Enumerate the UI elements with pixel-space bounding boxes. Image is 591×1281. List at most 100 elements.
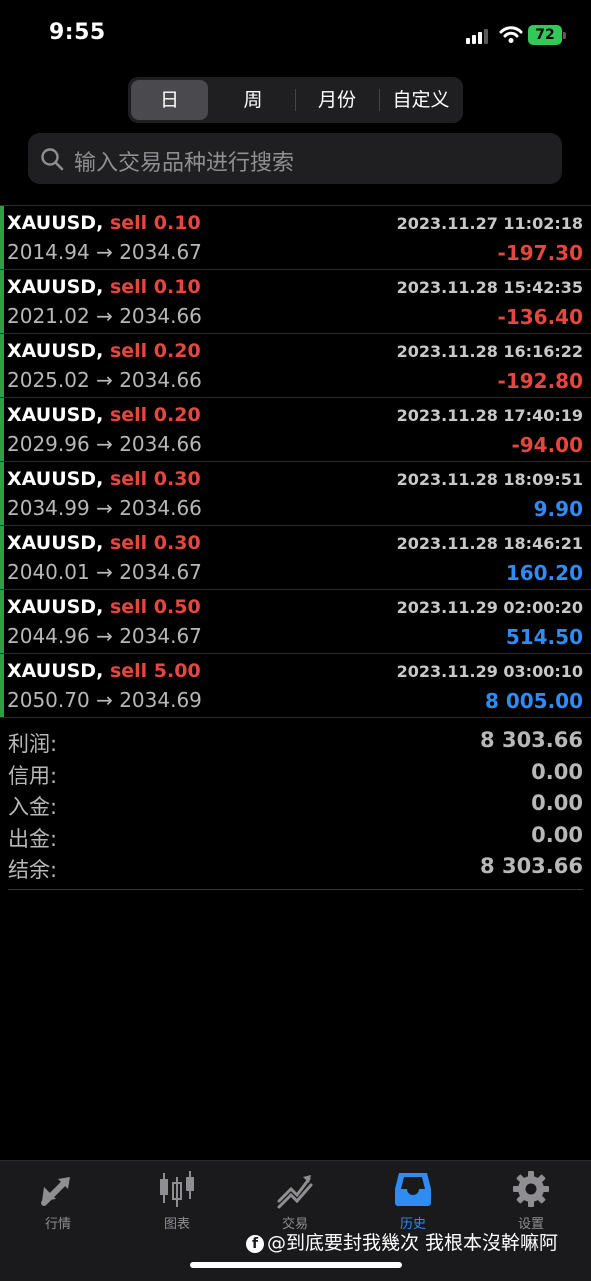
trade-close-price: 2034.67 [119,624,202,648]
arrow-right-icon: → [96,240,113,264]
trade-datetime: 2023.11.28 16:16:22 [396,342,583,361]
trade-row[interactable]: XAUUSD, sell 0.20 2029.96 → 2034.66 2023.1… [0,397,591,461]
trade-accent-bar [0,462,4,525]
trade-accent-bar [0,334,4,397]
trade-symbol-line: XAUUSD, sell 0.50 [7,596,201,618]
home-indicator[interactable] [190,1262,402,1268]
trade-side-volume: sell 0.20 [110,404,201,426]
period-custom-tab[interactable]: 自定义 [382,80,460,120]
trade-prices: 2050.70 → 2034.69 [7,688,202,712]
watermark: f @到底要封我幾次 我根本沒幹嘛阿 [246,1228,558,1255]
summary-label: 利润: [8,732,58,756]
trade-symbol: XAUUSD, [7,532,104,554]
trade-symbol: XAUUSD, [7,596,104,618]
trade-side: sell [109,532,148,554]
trade-accent-bar [0,270,4,333]
search-icon [41,148,64,171]
trade-accent-bar [0,654,4,717]
trade-side-volume: sell 0.20 [110,340,201,362]
trade-open-price: 2029.96 [7,432,90,456]
trade-prices: 2014.94 → 2034.67 [7,240,202,264]
trade-open-price: 2021.02 [7,304,90,328]
facebook-icon: f [246,1234,264,1253]
trade-row[interactable]: XAUUSD, sell 5.00 2050.70 → 2034.69 2023.1… [0,653,591,717]
trade-side: sell [109,276,148,298]
trade-close-price: 2034.66 [119,304,202,328]
watermark-text: @到底要封我幾次 我根本沒幹嘛阿 [267,1232,559,1254]
trade-row[interactable]: XAUUSD, sell 0.10 2014.94 → 2034.67 2023.1… [0,205,591,269]
trade-volume: 0.10 [153,276,201,298]
tab-history[interactable]: 历史 [373,1169,453,1232]
trade-profit: 160.20 [505,561,583,585]
arrow-right-icon: → [96,368,113,392]
summary-label: 出金: [8,826,58,851]
trade-datetime: 2023.11.28 18:46:21 [396,534,583,553]
tab-quotes[interactable]: 行情 [18,1169,98,1232]
candlestick-chart-icon [160,1171,194,1207]
trade-prices: 2025.02 → 2034.66 [7,368,202,392]
trade-symbol-line: XAUUSD, sell 0.30 [7,468,201,490]
trade-prices: 2029.96 → 2034.66 [7,432,202,456]
summary-divider [8,889,583,890]
summary-profit-row: 利润: 8 303.66 [8,728,583,760]
trade-open-price: 2044.96 [7,624,90,648]
trade-prices: 2034.99 → 2034.66 [7,496,202,520]
trade-volume: 0.50 [153,596,201,618]
inbox-tray-icon [395,1173,431,1206]
trade-datetime: 2023.11.29 03:00:10 [396,662,583,681]
trade-profit: -197.30 [497,241,583,265]
status-time: 9:55 [49,20,106,45]
symbol-search-input[interactable]: 输入交易品种进行搜索 [28,133,562,184]
trade-side-volume: sell 0.30 [110,532,201,554]
summary-balance-row: 结余: 8 303.66 [8,854,583,886]
arrow-right-icon: → [96,496,113,520]
period-month-tab[interactable]: 月份 [298,80,376,120]
trade-accent-bar [0,526,4,589]
trade-symbol-line: XAUUSD, sell 0.10 [7,276,201,298]
trade-row[interactable]: XAUUSD, sell 0.50 2044.96 → 2034.67 2023.1… [0,589,591,653]
arrow-right-icon: → [96,560,113,584]
trade-profit: 8 005.00 [484,689,583,713]
trade-accent-bar [0,206,4,269]
arrow-right-icon: → [96,624,113,648]
trade-open-price: 2014.94 [7,240,90,264]
trade-row[interactable]: XAUUSD, sell 0.30 2040.01 → 2034.67 2023.1… [0,525,591,589]
trade-side-volume: sell 5.00 [110,660,201,682]
trade-side: sell [109,404,148,426]
search-placeholder: 输入交易品种进行搜索 [74,151,295,176]
summary-withdrawal-row: 出金: 0.00 [8,823,583,855]
trade-volume: 0.30 [153,532,201,554]
trade-accent-bar [0,590,4,653]
status-bar: 9:55 72 [0,0,591,70]
trade-history-list: XAUUSD, sell 0.10 2014.94 → 2034.67 2023.1… [0,205,591,718]
trade-symbol: XAUUSD, [7,212,104,234]
trade-side-volume: sell 0.10 [110,212,201,234]
period-day-tab[interactable]: 日 [131,80,208,120]
tab-settings[interactable]: 设置 [491,1169,571,1232]
trade-row[interactable]: XAUUSD, sell 0.20 2025.02 → 2034.66 2023.1… [0,333,591,397]
trade-prices: 2044.96 → 2034.67 [7,624,202,648]
trade-open-price: 2050.70 [7,688,90,712]
trade-datetime: 2023.11.28 17:40:19 [396,406,583,425]
trade-symbol: XAUUSD, [7,340,104,362]
summary-label: 入金: [8,795,58,819]
trade-open-price: 2034.99 [7,496,90,520]
trade-volume: 0.20 [153,404,201,426]
trade-close-price: 2034.69 [119,688,202,712]
trade-profit: 514.50 [505,625,583,649]
trade-close-price: 2034.67 [119,240,202,264]
trade-close-price: 2034.66 [119,432,202,456]
trade-open-price: 2025.02 [7,368,90,392]
trade-side-volume: sell 0.30 [110,468,201,490]
trade-row[interactable]: XAUUSD, sell 0.10 2021.02 → 2034.66 2023.1… [0,269,591,333]
account-summary: 利润: 8 303.66 信用: 0.00 入金: 0.00 出金: 0.00 … [8,728,583,886]
trade-symbol: XAUUSD, [7,276,104,298]
trade-side: sell [109,660,148,682]
tab-chart[interactable]: 图表 [137,1169,217,1232]
trade-row[interactable]: XAUUSD, sell 0.30 2034.99 → 2034.66 2023.1… [0,461,591,525]
tab-trade[interactable]: 交易 [255,1169,335,1232]
period-week-tab[interactable]: 周 [214,80,292,120]
trade-symbol-line: XAUUSD, sell 0.20 [7,340,201,362]
trade-symbol: XAUUSD, [7,468,104,490]
battery-tip [563,32,566,39]
